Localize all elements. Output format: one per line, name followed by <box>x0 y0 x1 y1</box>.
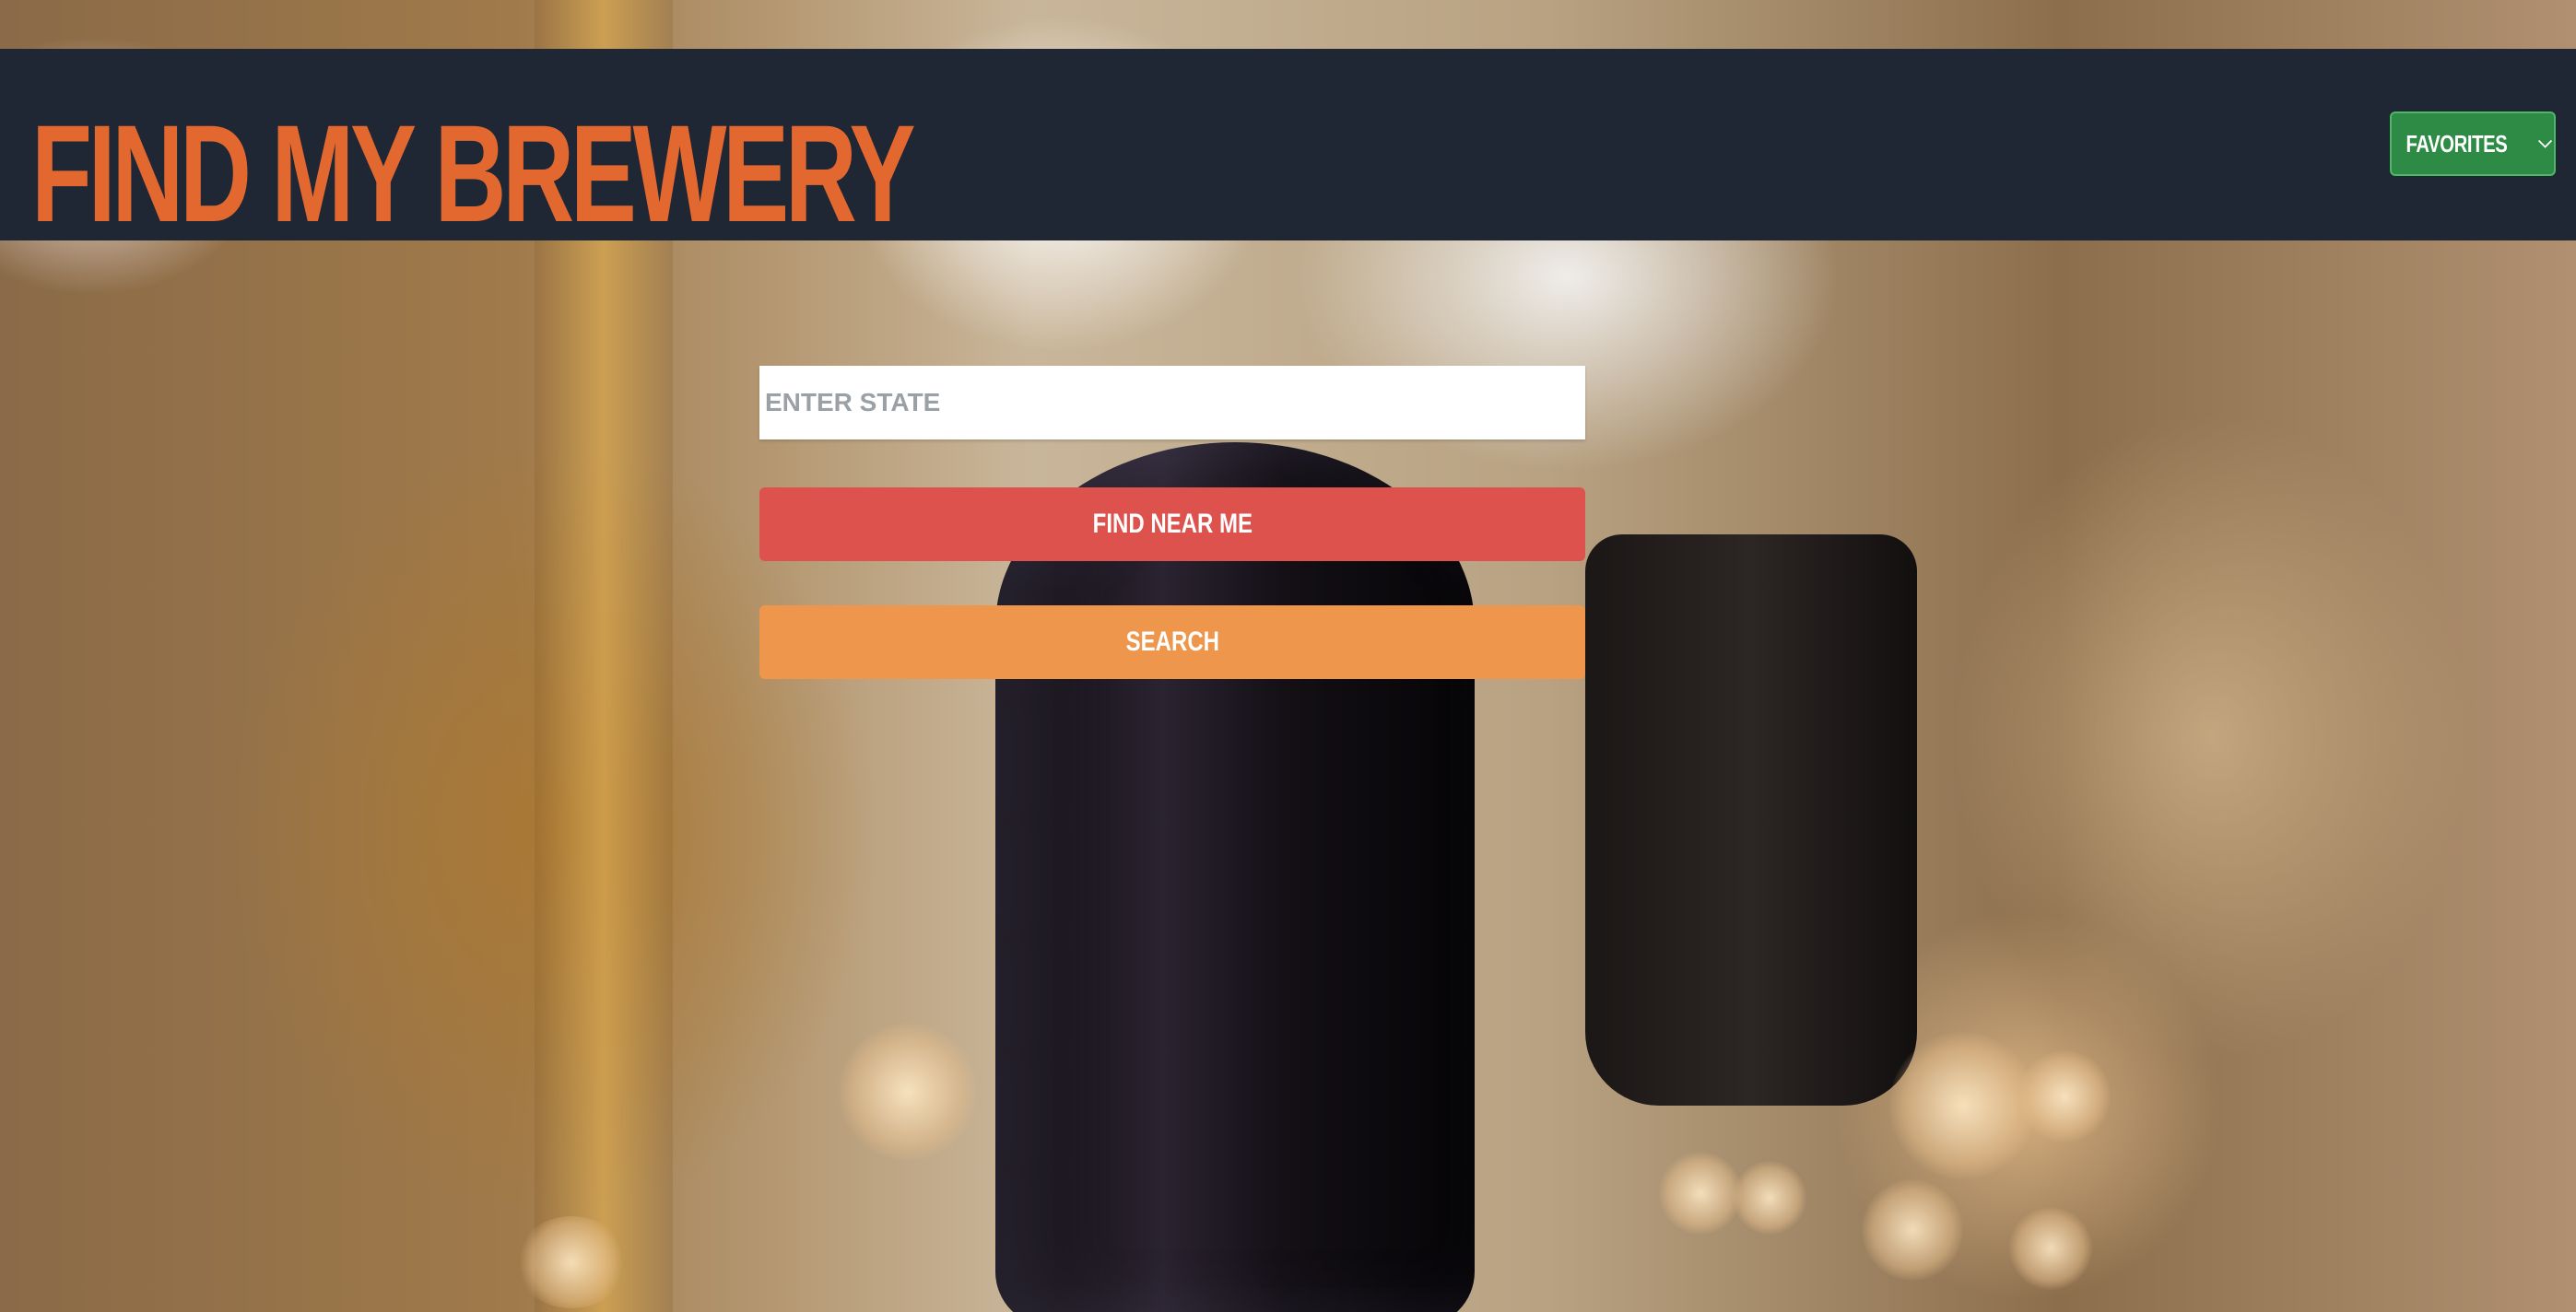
bokeh-light <box>2009 1207 2092 1290</box>
page: FIND MY BREWERY FAVORITES FIND NEAR ME S… <box>0 0 2576 1312</box>
chevron-down-icon <box>2537 139 2553 148</box>
brand-title[interactable]: FIND MY BREWERY <box>31 104 916 242</box>
bokeh-light <box>516 1216 627 1308</box>
secondary-tap-handle <box>1585 534 1917 1106</box>
find-near-me-label: FIND NEAR ME <box>1092 509 1253 539</box>
bokeh-light <box>1889 1032 2037 1179</box>
state-input[interactable] <box>759 366 1585 439</box>
navbar: FIND MY BREWERY FAVORITES <box>0 49 2576 242</box>
favorites-dropdown-button[interactable]: FAVORITES <box>2390 111 2556 176</box>
bokeh-light <box>1733 1161 1806 1235</box>
bokeh-light <box>839 1023 977 1161</box>
search-label: SEARCH <box>1125 627 1219 657</box>
find-near-me-button[interactable]: FIND NEAR ME <box>759 487 1585 561</box>
bokeh-light <box>1862 1179 1963 1281</box>
search-form: FIND NEAR ME SEARCH <box>759 366 1585 679</box>
search-button[interactable]: SEARCH <box>759 605 1585 679</box>
favorites-label: FAVORITES <box>2405 129 2508 158</box>
bokeh-light <box>1659 1152 1742 1235</box>
bokeh-light <box>2018 1050 2111 1142</box>
